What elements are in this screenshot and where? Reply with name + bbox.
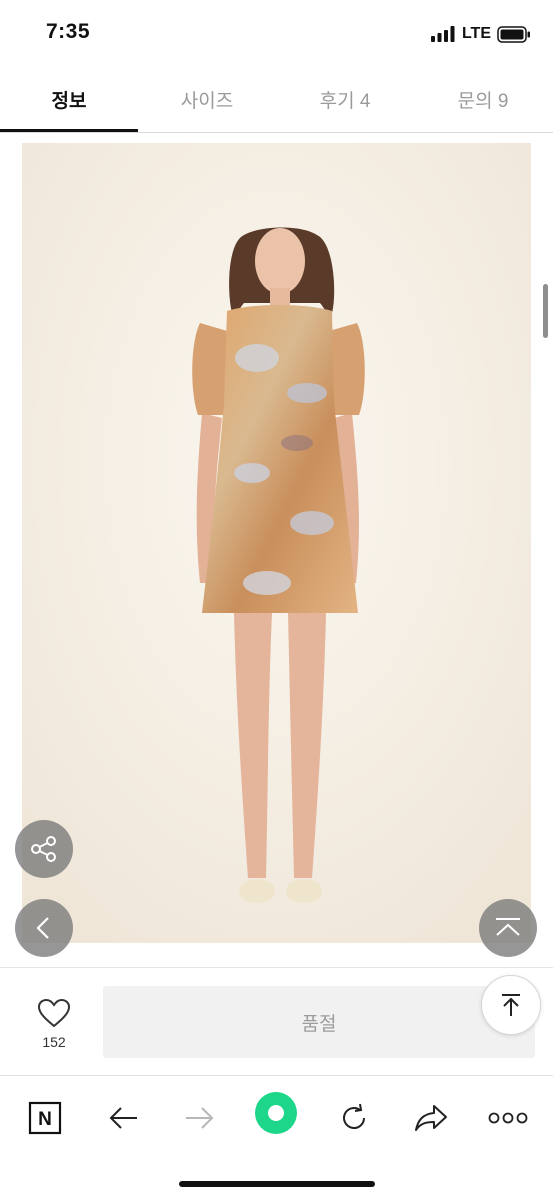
arrow-up-to-line-icon: [502, 994, 520, 1016]
network-label: LTE: [461, 25, 491, 42]
more-button[interactable]: [486, 1096, 530, 1140]
green-circle-icon: [255, 1092, 297, 1134]
status-time: 7:35: [46, 20, 91, 43]
share-forward-icon: [415, 1105, 447, 1131]
status-indicators: LTE: [430, 24, 531, 44]
status-bar: 7:35 LTE: [0, 0, 553, 68]
tab-inquiry[interactable]: 문의 9: [414, 68, 552, 130]
sold-out-button[interactable]: 품절: [103, 986, 535, 1058]
share-button[interactable]: [15, 820, 73, 878]
green-dot-button[interactable]: [254, 1091, 298, 1135]
tab-size[interactable]: 사이즈: [138, 68, 276, 130]
naver-home-button[interactable]: N: [23, 1096, 67, 1140]
heart-icon: [37, 998, 71, 1028]
signal-icon: [430, 26, 455, 42]
svg-text:N: N: [38, 1109, 52, 1130]
scrollbar[interactable]: [543, 284, 548, 338]
product-tabs: 정보 사이즈 후기 4 문의 9: [0, 68, 553, 133]
chevron-left-icon: [36, 917, 49, 939]
share-icon: [31, 836, 56, 862]
forward-arrow-icon: [186, 1107, 214, 1129]
collapse-button[interactable]: [479, 899, 537, 957]
refresh-button[interactable]: [332, 1096, 376, 1140]
nav-back-button[interactable]: [101, 1096, 145, 1140]
tab-info[interactable]: 정보: [0, 68, 138, 130]
like-button[interactable]: 152: [22, 994, 86, 1058]
product-image: [22, 143, 531, 943]
back-button[interactable]: [15, 899, 73, 957]
refresh-icon: [343, 1103, 365, 1129]
scroll-top-button[interactable]: [481, 975, 541, 1035]
battery-icon: [497, 25, 530, 43]
nav-forward-button[interactable]: [178, 1096, 222, 1140]
section-divider: [0, 967, 553, 968]
chevron-up-icon: [496, 918, 520, 936]
tab-reviews[interactable]: 후기 4: [276, 68, 414, 130]
back-arrow-icon: [109, 1107, 137, 1129]
active-tab-indicator: [0, 129, 138, 132]
home-indicator: [179, 1181, 375, 1187]
model-illustration: [22, 143, 531, 943]
more-dots-icon: [488, 1112, 528, 1124]
share-page-button[interactable]: [409, 1096, 453, 1140]
like-count: 152: [42, 1034, 66, 1050]
naver-n-icon: N: [28, 1101, 62, 1135]
